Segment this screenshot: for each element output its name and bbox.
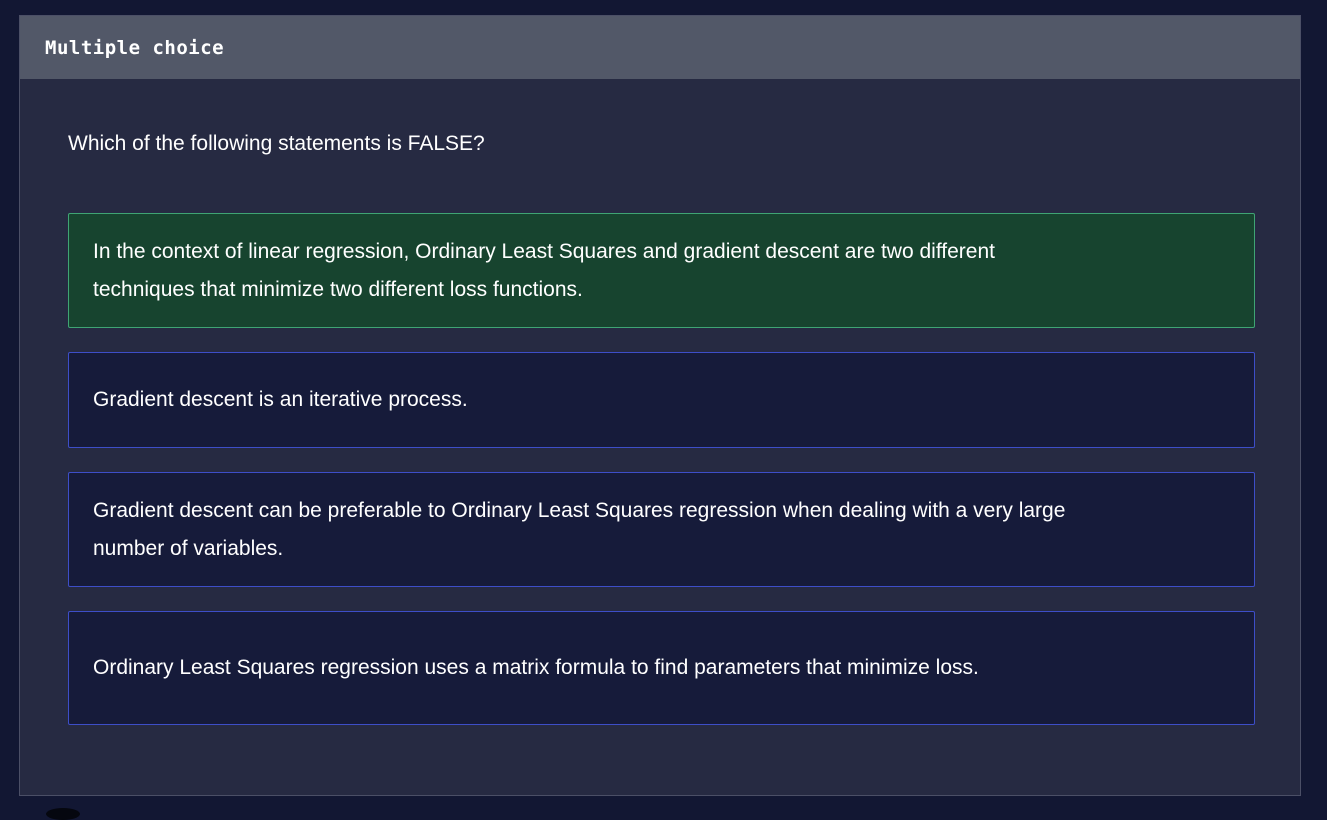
answer-option-1[interactable]: In the context of linear regression, Ord… [68,213,1255,328]
answer-option-2[interactable]: Gradient descent is an iterative process… [68,352,1255,448]
partial-icon [46,808,80,820]
answer-option-4[interactable]: Ordinary Least Squares regression uses a… [68,611,1255,725]
answer-option-4-label: Ordinary Least Squares regression uses a… [93,656,979,679]
question-text: Which of the following statements is FAL… [68,132,485,155]
answer-option-3-label: Gradient descent can be preferable to Or… [93,498,1066,560]
answer-option-1-label: In the context of linear regression, Ord… [93,239,995,301]
panel-title: Multiple choice [45,36,225,59]
answer-option-2-label: Gradient descent is an iterative process… [93,388,468,411]
panel-header: Multiple choice [20,16,1300,79]
answer-option-3[interactable]: Gradient descent can be preferable to Or… [68,472,1255,587]
multiple-choice-panel: Multiple choice Which of the following s… [19,15,1301,796]
